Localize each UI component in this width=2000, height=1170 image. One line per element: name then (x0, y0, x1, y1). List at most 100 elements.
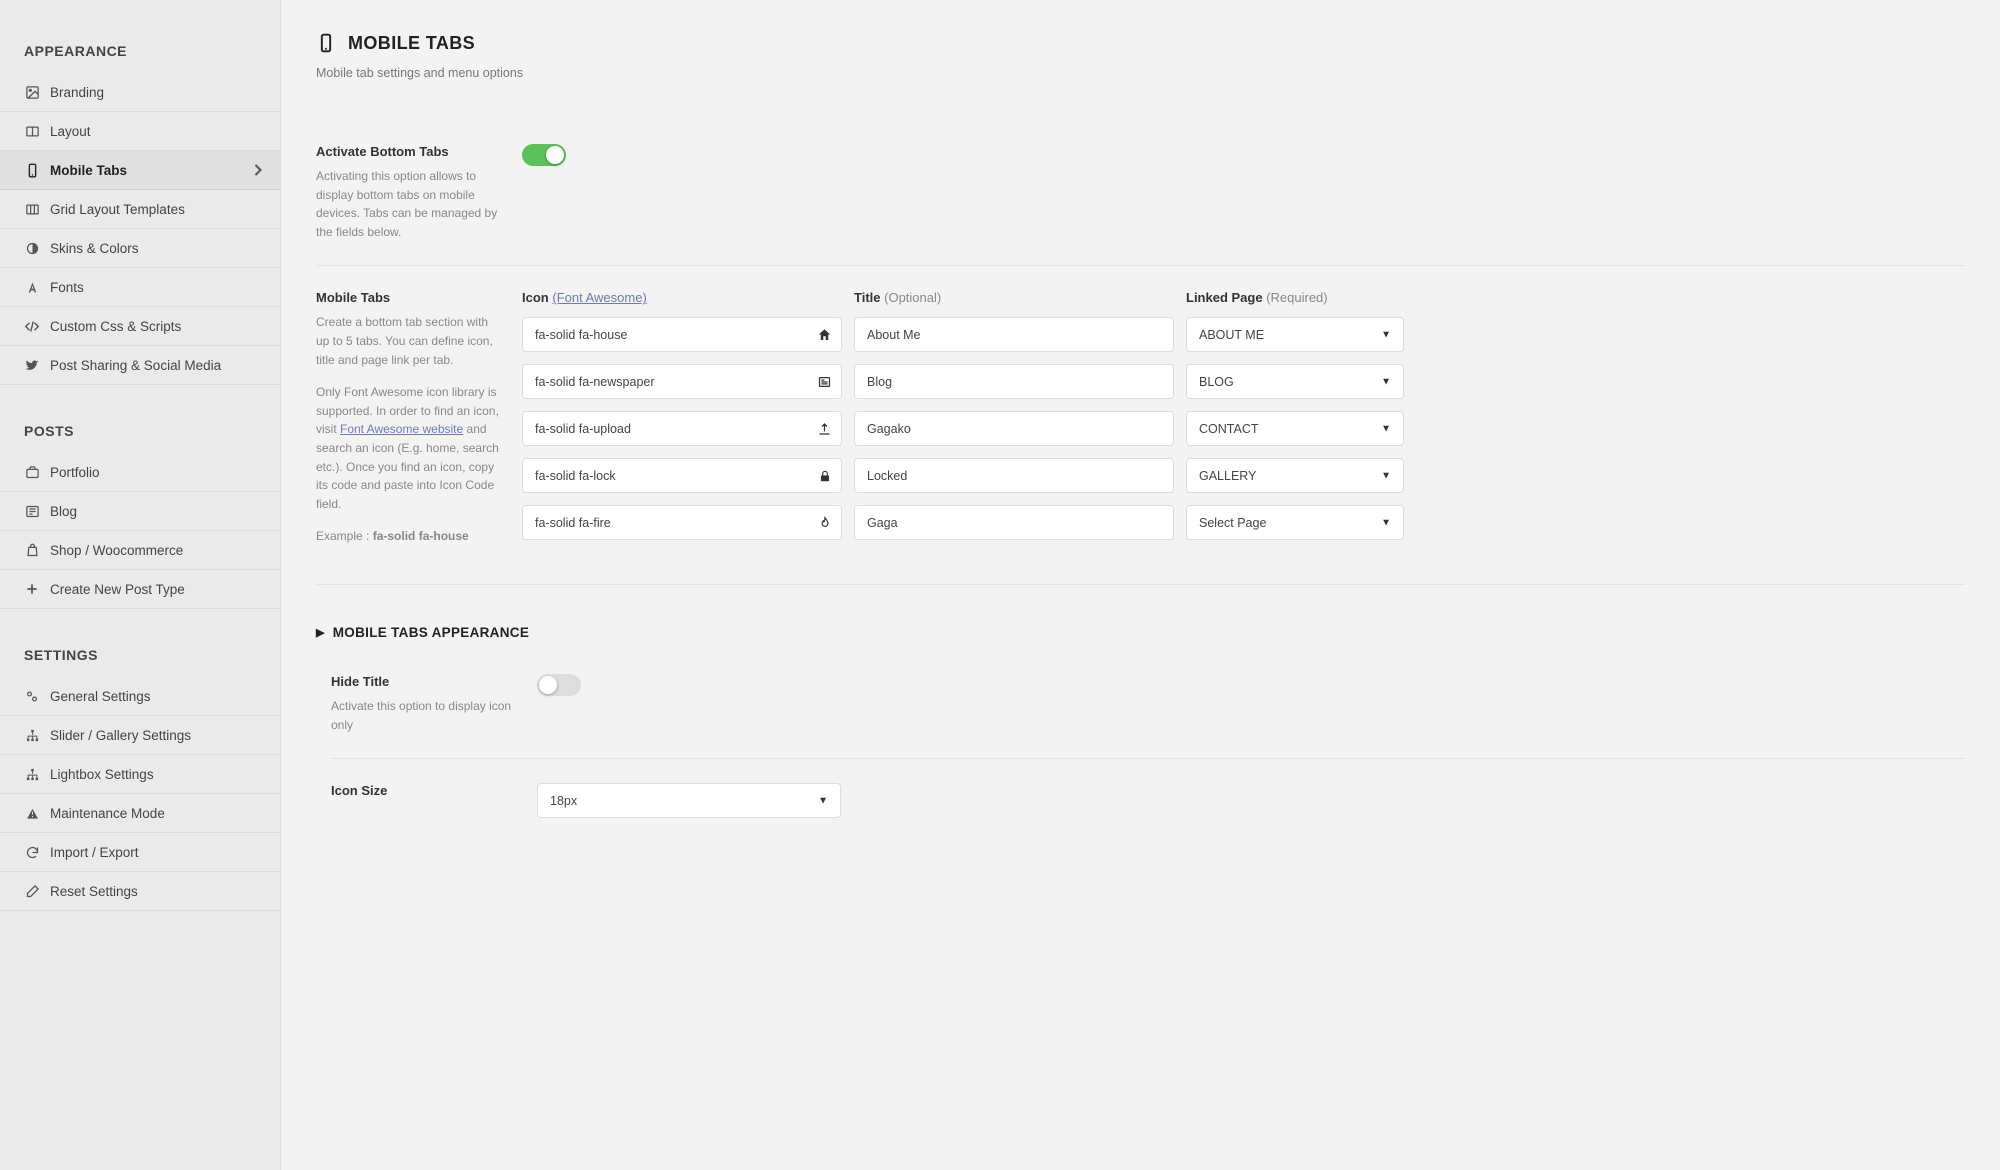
linked-page-select[interactable]: Select Page ▼ (1186, 505, 1404, 540)
gears-icon (24, 688, 40, 704)
title-input[interactable] (854, 317, 1174, 352)
sidebar-item-grid-templates[interactable]: Grid Layout Templates (0, 190, 280, 229)
sidebar-item-label: Skins & Colors (50, 241, 139, 256)
sidebar-item-label: Blog (50, 504, 77, 519)
briefcase-icon (24, 464, 40, 480)
page-subtitle: Mobile tab settings and menu options (316, 66, 1965, 80)
newspaper-icon (24, 503, 40, 519)
sidebar-item-skins[interactable]: Skins & Colors (0, 229, 280, 268)
mobile-tabs-desc: Create a bottom tab section with up to 5… (316, 313, 504, 546)
sidebar-item-custom-css[interactable]: Custom Css & Scripts (0, 307, 280, 346)
sidebar-section-posts: POSTS (0, 415, 280, 453)
caret-down-icon: ▼ (1381, 517, 1391, 528)
title-input[interactable] (854, 364, 1174, 399)
sidebar-item-mobile-tabs[interactable]: Mobile Tabs (0, 151, 280, 190)
linked-page-select[interactable]: ABOUT ME ▼ (1186, 317, 1404, 352)
sidebar-item-reset-settings[interactable]: Reset Settings (0, 872, 280, 911)
tab-row: GALLERY ▼ (522, 458, 1965, 493)
hide-title-desc: Activate this option to display icon onl… (331, 697, 519, 734)
bag-icon (24, 542, 40, 558)
chevron-right-icon (253, 163, 262, 177)
refresh-icon (24, 844, 40, 860)
sidebar-item-label: Branding (50, 85, 104, 100)
font-awesome-link[interactable]: Font Awesome website (340, 422, 463, 436)
sidebar-item-label: Post Sharing & Social Media (50, 358, 221, 373)
main-content: MOBILE TABS Mobile tab settings and menu… (281, 0, 2000, 1170)
page-title: MOBILE TABS (348, 33, 475, 54)
caret-right-icon: ▶ (316, 626, 325, 639)
appearance-subheader[interactable]: ▶ MOBILE TABS APPEARANCE (316, 625, 1965, 640)
linked-page-select[interactable]: BLOG ▼ (1186, 364, 1404, 399)
sidebar-item-label: Grid Layout Templates (50, 202, 185, 217)
eraser-icon (24, 883, 40, 899)
contrast-icon (24, 240, 40, 256)
sidebar-item-label: Reset Settings (50, 884, 138, 899)
icon-input[interactable] (522, 364, 842, 399)
tab-row: CONTACT ▼ (522, 411, 1965, 446)
sidebar: APPEARANCE Branding Layout Mobile Tabs G… (0, 0, 281, 1170)
title-input[interactable] (854, 411, 1174, 446)
sidebar-item-label: Lightbox Settings (50, 767, 154, 782)
image-icon (24, 84, 40, 100)
sidebar-item-label: Fonts (50, 280, 84, 295)
sidebar-item-slider-settings[interactable]: Slider / Gallery Settings (0, 716, 280, 755)
sidebar-item-maintenance[interactable]: Maintenance Mode (0, 794, 280, 833)
phone-icon (24, 162, 40, 178)
title-input[interactable] (854, 505, 1174, 540)
warning-icon (24, 805, 40, 821)
sidebar-item-label: General Settings (50, 689, 151, 704)
caret-down-icon: ▼ (1381, 376, 1391, 387)
sidebar-item-portfolio[interactable]: Portfolio (0, 453, 280, 492)
caret-down-icon: ▼ (818, 795, 828, 806)
sidebar-item-general-settings[interactable]: General Settings (0, 677, 280, 716)
sidebar-item-layout[interactable]: Layout (0, 112, 280, 151)
sidebar-item-label: Create New Post Type (50, 582, 185, 597)
caret-down-icon: ▼ (1381, 470, 1391, 481)
font-awesome-header-link[interactable]: (Font Awesome) (552, 290, 646, 305)
icon-input[interactable] (522, 411, 842, 446)
sidebar-item-shop[interactable]: Shop / Woocommerce (0, 531, 280, 570)
icon-input[interactable] (522, 505, 842, 540)
icon-input[interactable] (522, 317, 842, 352)
sidebar-item-fonts[interactable]: Fonts (0, 268, 280, 307)
grid-icon (24, 201, 40, 217)
sidebar-item-create-post-type[interactable]: Create New Post Type (0, 570, 280, 609)
sidebar-section-appearance: APPEARANCE (0, 35, 280, 73)
activate-desc: Activating this option allows to display… (316, 167, 504, 241)
linked-page-select[interactable]: CONTACT ▼ (1186, 411, 1404, 446)
sidebar-item-lightbox-settings[interactable]: Lightbox Settings (0, 755, 280, 794)
sidebar-item-label: Layout (50, 124, 91, 139)
sidebar-section-settings: SETTINGS (0, 639, 280, 677)
sidebar-item-post-sharing[interactable]: Post Sharing & Social Media (0, 346, 280, 385)
mobile-tabs-label: Mobile Tabs (316, 290, 504, 305)
linked-page-select[interactable]: GALLERY ▼ (1186, 458, 1404, 493)
sidebar-item-branding[interactable]: Branding (0, 73, 280, 112)
sidebar-item-label: Slider / Gallery Settings (50, 728, 191, 743)
caret-down-icon: ▼ (1381, 423, 1391, 434)
sidebar-item-label: Portfolio (50, 465, 100, 480)
hide-title-label: Hide Title (331, 674, 519, 689)
activate-toggle[interactable] (522, 144, 566, 166)
sidebar-item-label: Shop / Woocommerce (50, 543, 183, 558)
icon-size-select[interactable]: 18px ▼ (537, 783, 841, 818)
sidebar-item-import-export[interactable]: Import / Export (0, 833, 280, 872)
tab-row: ABOUT ME ▼ (522, 317, 1965, 352)
title-input[interactable] (854, 458, 1174, 493)
plus-icon (24, 581, 40, 597)
columns-icon (24, 123, 40, 139)
sitemap-icon (24, 727, 40, 743)
code-icon (24, 318, 40, 334)
phone-icon (316, 30, 336, 56)
icon-input[interactable] (522, 458, 842, 493)
twitter-icon (24, 357, 40, 373)
icon-size-label: Icon Size (331, 783, 519, 798)
caret-down-icon: ▼ (1381, 329, 1391, 340)
tab-row: BLOG ▼ (522, 364, 1965, 399)
hide-title-toggle[interactable] (537, 674, 581, 696)
sidebar-item-label: Maintenance Mode (50, 806, 165, 821)
sidebar-item-blog[interactable]: Blog (0, 492, 280, 531)
activate-label: Activate Bottom Tabs (316, 144, 504, 159)
font-icon (24, 279, 40, 295)
tab-row: Select Page ▼ (522, 505, 1965, 540)
sidebar-item-label: Import / Export (50, 845, 139, 860)
